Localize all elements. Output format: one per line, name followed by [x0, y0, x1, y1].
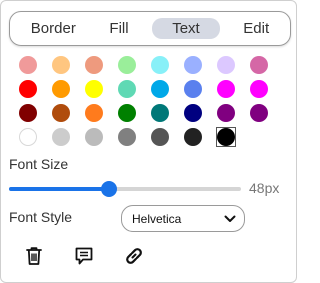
color-swatch[interactable]	[217, 104, 235, 122]
color-swatch[interactable]	[118, 104, 136, 122]
color-swatch-slot	[117, 103, 137, 123]
color-swatch-slot	[18, 127, 38, 147]
color-swatch-slot	[216, 55, 236, 75]
color-swatch-slot	[216, 79, 236, 99]
color-swatch-slot	[249, 103, 269, 123]
comment-icon	[74, 246, 94, 271]
font-style-select[interactable]: Helvetica	[121, 205, 245, 232]
color-swatch-slot	[84, 55, 104, 75]
tab-fill[interactable]: Fill	[99, 18, 138, 39]
color-swatch[interactable]	[19, 80, 37, 98]
color-swatch[interactable]	[250, 80, 268, 98]
color-swatch[interactable]	[52, 104, 70, 122]
link-icon	[123, 245, 145, 272]
color-palette	[18, 55, 269, 147]
color-swatch-slot	[117, 79, 137, 99]
color-swatch-slot	[84, 103, 104, 123]
color-swatch-slot	[216, 127, 236, 147]
color-swatch[interactable]	[85, 128, 103, 146]
color-swatch[interactable]	[19, 128, 37, 146]
trash-icon	[25, 246, 43, 271]
color-swatch[interactable]	[19, 56, 37, 74]
color-swatch-slot	[249, 55, 269, 75]
color-swatch[interactable]	[52, 128, 70, 146]
color-swatch-slot	[150, 79, 170, 99]
color-swatch[interactable]	[52, 80, 70, 98]
font-size-value: 48px	[249, 180, 280, 196]
color-swatch[interactable]	[250, 56, 268, 74]
color-swatch[interactable]	[118, 80, 136, 98]
font-style-label: Font Style	[9, 209, 73, 225]
chevron-down-icon	[224, 212, 236, 226]
color-swatch-slot	[150, 55, 170, 75]
color-swatch[interactable]	[52, 56, 70, 74]
color-swatch[interactable]	[184, 80, 202, 98]
color-swatch[interactable]	[184, 104, 202, 122]
color-swatch[interactable]	[85, 80, 103, 98]
color-swatch[interactable]	[118, 56, 136, 74]
font-size-slider[interactable]	[9, 181, 241, 197]
color-swatch-slot	[51, 79, 71, 99]
color-swatch[interactable]	[217, 128, 235, 146]
color-swatch[interactable]	[217, 80, 235, 98]
tab-edit[interactable]: Edit	[233, 18, 279, 39]
color-swatch-slot	[216, 103, 236, 123]
color-swatch-slot	[249, 127, 269, 147]
color-swatch[interactable]	[217, 56, 235, 74]
color-swatch-slot	[84, 127, 104, 147]
tab-border[interactable]: Border	[21, 18, 86, 39]
comment-button[interactable]	[73, 247, 95, 269]
color-swatch-slot	[51, 127, 71, 147]
color-swatch-slot	[18, 55, 38, 75]
tab-bar: Border Fill Text Edit	[9, 11, 291, 46]
color-swatch-slot	[117, 55, 137, 75]
color-swatch-slot	[183, 127, 203, 147]
slider-track-fill	[9, 187, 109, 191]
color-swatch[interactable]	[151, 104, 169, 122]
color-swatch-slot	[51, 103, 71, 123]
color-swatch-slot	[18, 79, 38, 99]
color-swatch[interactable]	[184, 128, 202, 146]
color-swatch[interactable]	[184, 56, 202, 74]
color-swatch-slot	[150, 127, 170, 147]
color-swatch-slot	[249, 79, 269, 99]
color-swatch-slot	[183, 79, 203, 99]
link-button[interactable]	[123, 247, 145, 269]
delete-button[interactable]	[23, 246, 45, 271]
text-style-panel: Border Fill Text Edit Font Size 48px Fon…	[0, 0, 297, 283]
color-swatch[interactable]	[19, 104, 37, 122]
color-swatch[interactable]	[118, 128, 136, 146]
color-swatch[interactable]	[151, 128, 169, 146]
color-swatch[interactable]	[85, 56, 103, 74]
color-swatch[interactable]	[151, 80, 169, 98]
color-swatch[interactable]	[151, 56, 169, 74]
font-style-value: Helvetica	[132, 211, 182, 226]
color-swatch[interactable]	[250, 104, 268, 122]
color-swatch-slot	[183, 55, 203, 75]
color-swatch-slot	[51, 55, 71, 75]
color-swatch-slot	[18, 103, 38, 123]
tab-text[interactable]: Text	[152, 18, 220, 39]
color-swatch-slot	[183, 103, 203, 123]
font-size-label: Font Size	[9, 156, 69, 172]
color-swatch-slot	[150, 103, 170, 123]
color-swatch[interactable]	[85, 104, 103, 122]
slider-thumb[interactable]	[100, 181, 117, 197]
color-swatch-slot	[117, 127, 137, 147]
color-swatch-slot	[84, 79, 104, 99]
